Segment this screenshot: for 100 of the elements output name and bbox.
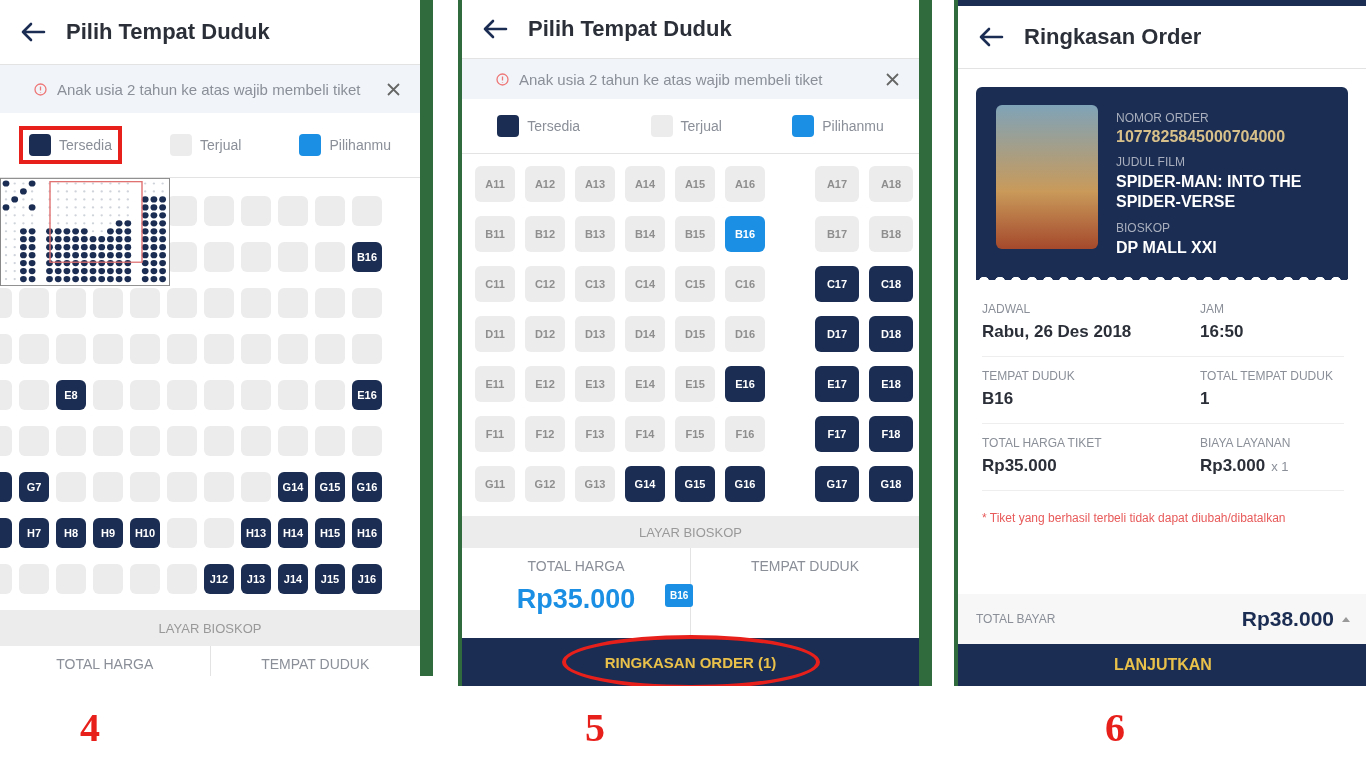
seat[interactable]: G11 xyxy=(475,466,515,502)
close-button[interactable] xyxy=(886,72,899,86)
field-label: NOMOR ORDER xyxy=(1116,111,1210,125)
summary-label: TOTAL HARGA xyxy=(56,656,154,672)
seat[interactable]: G18 xyxy=(869,466,913,502)
seat[interactable]: D14 xyxy=(625,316,665,352)
seat[interactable]: H7 xyxy=(19,518,49,548)
seat[interactable]: H8 xyxy=(56,518,86,548)
seat[interactable]: J14 xyxy=(278,564,308,594)
seat[interactable]: J13 xyxy=(241,564,271,594)
seat[interactable]: G12 xyxy=(525,466,565,502)
seat[interactable]: B18 xyxy=(869,216,913,252)
seat[interactable]: H10 xyxy=(130,518,160,548)
quantity-multiplier: x 1 xyxy=(1271,459,1289,474)
seat[interactable]: H9 xyxy=(93,518,123,548)
seat[interactable]: D17 xyxy=(815,316,859,352)
seat[interactable]: E18 xyxy=(869,366,913,402)
seat[interactable]: D11 xyxy=(475,316,515,352)
continue-button[interactable]: LANJUTKAN xyxy=(958,644,1366,686)
seat[interactable]: G17 xyxy=(815,466,859,502)
seat[interactable]: J16 xyxy=(352,564,382,594)
seat[interactable]: D16 xyxy=(725,316,765,352)
seat[interactable]: E14 xyxy=(625,366,665,402)
seat[interactable]: G14 xyxy=(278,472,308,502)
seat[interactable]: C17 xyxy=(815,266,859,302)
legend-swatch xyxy=(792,115,815,137)
seat[interactable]: A11 xyxy=(475,166,515,202)
seat[interactable]: E15 xyxy=(675,366,715,402)
seat[interactable]: H15 xyxy=(315,518,345,548)
detail-value: Rabu, 26 Des 2018 xyxy=(982,322,1132,342)
seat[interactable]: A17 xyxy=(815,166,859,202)
warning-note: * Tiket yang berhasil terbeli tidak dapat diubah/dibatalkan xyxy=(982,510,1287,525)
seat[interactable]: H14 xyxy=(278,518,308,548)
seat[interactable]: C11 xyxy=(475,266,515,302)
seat[interactable]: F16 xyxy=(725,416,765,452)
seat[interactable]: G13 xyxy=(575,466,615,502)
seat[interactable]: B17 xyxy=(815,216,859,252)
seat[interactable]: G16 xyxy=(352,472,382,502)
seat[interactable]: A18 xyxy=(869,166,913,202)
seat[interactable]: A13 xyxy=(575,166,615,202)
seat[interactable]: H16 xyxy=(352,518,382,548)
seat[interactable]: D12 xyxy=(525,316,565,352)
seat[interactable]: B14 xyxy=(625,216,665,252)
seat[interactable]: E17 xyxy=(815,366,859,402)
seat[interactable]: E8 xyxy=(56,380,86,410)
seat[interactable]: B16 xyxy=(725,216,765,252)
seat[interactable]: J15 xyxy=(315,564,345,594)
seat[interactable]: E16 xyxy=(352,380,382,410)
detail-label: TEMPAT DUDUK xyxy=(982,369,1076,383)
seat[interactable]: D13 xyxy=(575,316,615,352)
seat[interactable]: A14 xyxy=(625,166,665,202)
summary-label: TOTAL HARGA xyxy=(527,558,625,574)
step-number: 4 xyxy=(80,703,100,751)
seat[interactable]: E13 xyxy=(575,366,615,402)
back-button[interactable] xyxy=(482,18,508,40)
cinema-screen-label: LAYAR BIOSKOP xyxy=(0,610,420,646)
seat[interactable]: A15 xyxy=(675,166,715,202)
close-icon xyxy=(387,82,400,96)
order-number: 1077825845000704000 xyxy=(1116,128,1287,146)
seat[interactable]: E11 xyxy=(475,366,515,402)
seat[interactable]: A16 xyxy=(725,166,765,202)
back-button[interactable] xyxy=(978,26,1004,48)
seat[interactable]: B11 xyxy=(475,216,515,252)
seat[interactable]: C13 xyxy=(575,266,615,302)
seat[interactable]: C12 xyxy=(525,266,565,302)
back-button[interactable] xyxy=(20,21,46,43)
seat[interactable]: H13 xyxy=(241,518,271,548)
legend-label: Terjual xyxy=(680,118,722,134)
cinema-name: DP MALL XXI xyxy=(1116,238,1218,258)
chosen-seat-chip: B16 xyxy=(665,584,694,607)
seat[interactable]: A12 xyxy=(525,166,565,202)
back-arrow-icon xyxy=(20,21,46,43)
seat[interactable]: E12 xyxy=(525,366,565,402)
seat[interactable]: F17 xyxy=(815,416,859,452)
seat[interactable]: F18 xyxy=(869,416,913,452)
seat[interactable]: F12 xyxy=(525,416,565,452)
seat[interactable]: G15 xyxy=(675,466,715,502)
seat[interactable]: B13 xyxy=(575,216,615,252)
close-button[interactable] xyxy=(387,82,400,96)
seat[interactable]: G16 xyxy=(725,466,765,502)
seat[interactable]: J12 xyxy=(204,564,234,594)
seat[interactable]: G15 xyxy=(315,472,345,502)
seat[interactable]: B15 xyxy=(675,216,715,252)
seat[interactable]: C16 xyxy=(725,266,765,302)
seat[interactable]: F11 xyxy=(475,416,515,452)
seat[interactable]: F13 xyxy=(575,416,615,452)
seat[interactable]: G7 xyxy=(19,472,49,502)
seat[interactable]: C14 xyxy=(625,266,665,302)
caret-up-icon[interactable] xyxy=(1342,616,1350,622)
seat[interactable]: C15 xyxy=(675,266,715,302)
seat[interactable]: F15 xyxy=(675,416,715,452)
seat[interactable]: B16 xyxy=(352,242,382,272)
seat[interactable]: F14 xyxy=(625,416,665,452)
seat[interactable]: G14 xyxy=(625,466,665,502)
seat[interactable]: E16 xyxy=(725,366,765,402)
order-summary-button[interactable]: RINGKASAN ORDER (1) xyxy=(462,638,919,686)
seat[interactable]: C18 xyxy=(869,266,913,302)
seat[interactable]: B12 xyxy=(525,216,565,252)
seat[interactable]: D18 xyxy=(869,316,913,352)
seat[interactable]: D15 xyxy=(675,316,715,352)
